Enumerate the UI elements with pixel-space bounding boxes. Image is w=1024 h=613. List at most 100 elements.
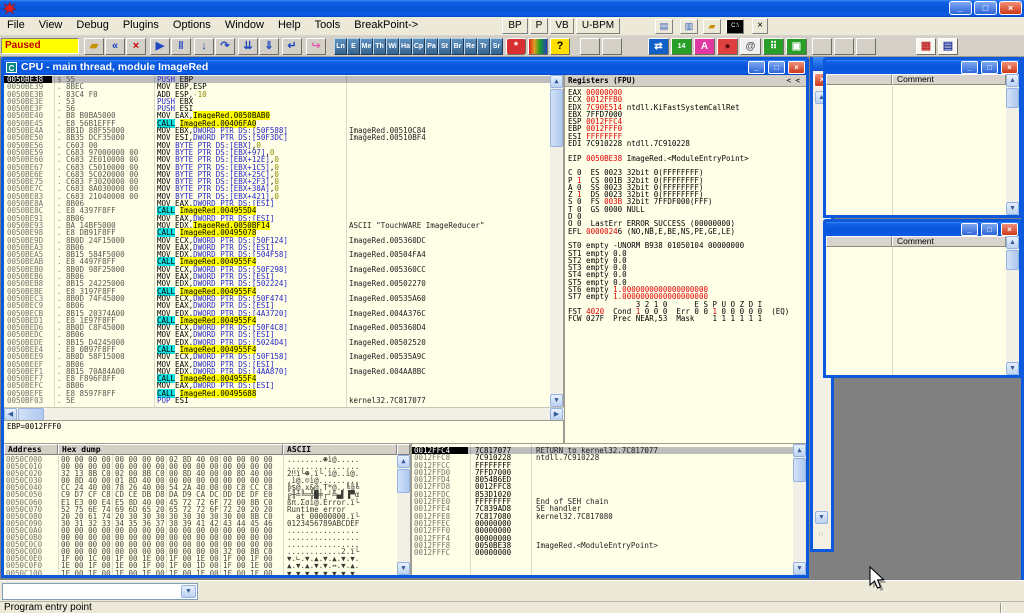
menu-close-x-button[interactable]: ×	[752, 18, 768, 34]
pane-button-wi[interactable]: Wi	[386, 38, 399, 55]
cpu-minimize-button[interactable]: _	[748, 61, 765, 74]
disasm-row[interactable]: 0050BEB0.8B0D 98F25000MOV ECX,DWORD PTR …	[4, 266, 550, 273]
keypad-icon[interactable]: ⠿	[763, 38, 784, 55]
toolbar-blank-button-3[interactable]	[812, 38, 832, 55]
swap-panes-icon[interactable]: ⇄	[648, 38, 669, 55]
disasm-row[interactable]: 0050BEFE.E8 8597F8FFCALL ImageRed.004956…	[4, 390, 550, 397]
pane-button-me[interactable]: Me	[360, 38, 373, 55]
pane-button-tr[interactable]: Tr	[477, 38, 490, 55]
pane-button-re[interactable]: Re	[464, 38, 477, 55]
command-combobox[interactable]: ▼	[2, 583, 198, 600]
close-program-icon[interactable]: ×	[126, 38, 146, 55]
disasm-row[interactable]: 0050BE38$55PUSH EBP	[4, 76, 550, 83]
comment-top-close-button[interactable]: ×	[1001, 61, 1018, 74]
disasm-scroll-down[interactable]: ▼	[550, 394, 563, 407]
menu-item-options[interactable]: Options	[166, 17, 218, 35]
registers-header[interactable]: Registers (FPU)< <	[565, 75, 806, 87]
disasm-row[interactable]: 0050BE8C.E8 4397F8FFCALL ImageRed.004955…	[4, 207, 550, 214]
pane-button-st[interactable]: St	[438, 38, 451, 55]
menu-item-breakpoint[interactable]: BreakPoint->	[347, 17, 425, 35]
stack-scroll-up[interactable]: ▲	[793, 444, 806, 457]
disasm-vscrollbar[interactable]: ▲ ▼	[550, 75, 563, 407]
dump-scroll-up[interactable]: ▲	[397, 455, 410, 468]
folder-icon[interactable]: ▰	[703, 19, 721, 34]
step-over-icon[interactable]: ↷	[215, 38, 235, 55]
menu-vb-button[interactable]: VB	[550, 18, 574, 34]
pause-icon[interactable]: ‖	[171, 38, 191, 55]
menu-item-file[interactable]: File	[0, 17, 32, 35]
info-pane[interactable]: EBP=0012FFF0	[4, 420, 564, 443]
comment-mid-maximize-button[interactable]: □	[981, 223, 998, 236]
pane-button-sr[interactable]: Sr	[490, 38, 503, 55]
cpu-maximize-button[interactable]: □	[768, 61, 785, 74]
animate-into-icon[interactable]: ⇊	[238, 38, 258, 55]
comment-top-scroll-down[interactable]: ▼	[1006, 202, 1019, 215]
disasm-scroll-thumb[interactable]	[550, 89, 563, 147]
comment-mid-vscrollbar[interactable]: ▲ ▼	[1006, 236, 1019, 375]
disasm-row[interactable]: 0050BF03.5EPOP ESIkernel32.7C817077	[4, 397, 550, 404]
pattern-grid-blue-icon[interactable]: ▤	[938, 38, 958, 55]
stack-scroll-down[interactable]: ▼	[793, 562, 806, 575]
comment-mid-titlebar[interactable]: _ □ ×	[826, 222, 1019, 237]
comment-top-titlebar[interactable]: _ □ ×	[826, 60, 1019, 75]
dump-vscrollbar[interactable]: ▲ ▼	[397, 455, 410, 575]
menu-bp-button[interactable]: BP	[502, 18, 528, 34]
pane-button-br[interactable]: Br	[451, 38, 464, 55]
strip-resize-grip[interactable]: ∷	[819, 531, 824, 538]
disasm-row[interactable]: 0050BED6.8B0D C8F45000MOV ECX,DWORD PTR …	[4, 324, 550, 331]
stack-vscrollbar[interactable]: ▲ ▼	[793, 444, 806, 575]
animate-over-icon[interactable]: ⇓	[259, 38, 279, 55]
pane-button-th[interactable]: Th	[373, 38, 386, 55]
cpu-titlebar[interactable]: C CPU - main thread, module ImageRed _ □…	[4, 60, 806, 75]
comment-mid-scroll-thumb[interactable]	[1006, 250, 1019, 270]
disasm-scroll-up[interactable]: ▲	[550, 75, 563, 88]
dump-row[interactable]: 0050C1001F 00 1F 001F 00 1F 001F 00 1F 0…	[4, 570, 397, 576]
ascii-table-icon[interactable]: A	[694, 38, 715, 55]
window-doc2-icon[interactable]: ▥	[680, 19, 698, 34]
disasm-hscrollbar[interactable]: ◀ ▶	[4, 407, 564, 420]
registers-header-marks[interactable]: < <	[786, 75, 800, 86]
strip-scroll-down[interactable]: ▼	[815, 511, 828, 524]
menu-item-plugins[interactable]: Plugins	[116, 17, 166, 35]
register-line[interactable]: EDI 7C910228 ntdll.7C910228	[565, 140, 806, 147]
pattern-grid-red-icon[interactable]: ▦	[916, 38, 936, 55]
comment-mid-scroll-up[interactable]: ▲	[1006, 236, 1019, 249]
stack-scroll-thumb[interactable]	[793, 458, 806, 482]
toolbar-blank-button-4[interactable]	[834, 38, 854, 55]
pane-button-pa[interactable]: Pa	[425, 38, 438, 55]
run-icon[interactable]: ▶	[150, 38, 170, 55]
toolbar-blank-button-5[interactable]	[856, 38, 876, 55]
restart-icon[interactable]: «	[105, 38, 125, 55]
comment-mid-content[interactable]	[826, 247, 1006, 375]
disasm-row[interactable]: 0050BE83.C683 21040000 00MOV BYTE PTR DS…	[4, 193, 550, 200]
menu-item-view[interactable]: View	[32, 17, 70, 35]
comment-mid-scroll-down[interactable]: ▼	[1006, 362, 1019, 375]
window-doc-icon[interactable]: ▤	[655, 19, 673, 34]
options-gear-icon[interactable]: *	[506, 38, 526, 55]
menu-item-help[interactable]: Help	[271, 17, 308, 35]
comment-top-maximize-button[interactable]: □	[981, 61, 998, 74]
cpu-close-button[interactable]: ×	[788, 61, 805, 74]
breakpoint-dot-icon[interactable]: ●	[717, 38, 738, 55]
disasm-row[interactable]: 0050BE9D.8B0D 24F15000MOV ECX,DWORD PTR …	[4, 237, 550, 244]
resize-14-icon[interactable]: 14	[671, 38, 692, 55]
menu-ubpm-button[interactable]: U-BPM	[576, 18, 620, 34]
comment-mid-minimize-button[interactable]: _	[961, 223, 978, 236]
pane-button-ln[interactable]: Ln	[334, 38, 347, 55]
step-into-icon[interactable]: ↓	[194, 38, 214, 55]
toolbar-blank-button-2[interactable]	[602, 38, 622, 55]
comment-top-scroll-up[interactable]: ▲	[1006, 74, 1019, 87]
toolbar-blank-button-1[interactable]	[580, 38, 600, 55]
disasm-row[interactable]: 0050BE3E.53PUSH EBX	[4, 98, 550, 105]
console-icon[interactable]: C:\	[726, 19, 744, 34]
pane-button-e[interactable]: E	[347, 38, 360, 55]
menu-item-window[interactable]: Window	[218, 17, 271, 35]
green-window-icon[interactable]: ▣	[786, 38, 807, 55]
restore-button[interactable]: □	[974, 1, 997, 15]
comment-top-content[interactable]	[826, 85, 1006, 215]
disasm-row[interactable]: 0050BEC3.8B0D 74F45000MOV ECX,DWORD PTR …	[4, 295, 550, 302]
menu-item-debug[interactable]: Debug	[69, 17, 115, 35]
comment-top-vscrollbar[interactable]: ▲ ▼	[1006, 74, 1019, 215]
register-line[interactable]: EFL 00000246 (NO,NB,E,BE,NS,PE,GE,LE)	[565, 228, 806, 235]
spiral-icon[interactable]: @	[740, 38, 761, 55]
